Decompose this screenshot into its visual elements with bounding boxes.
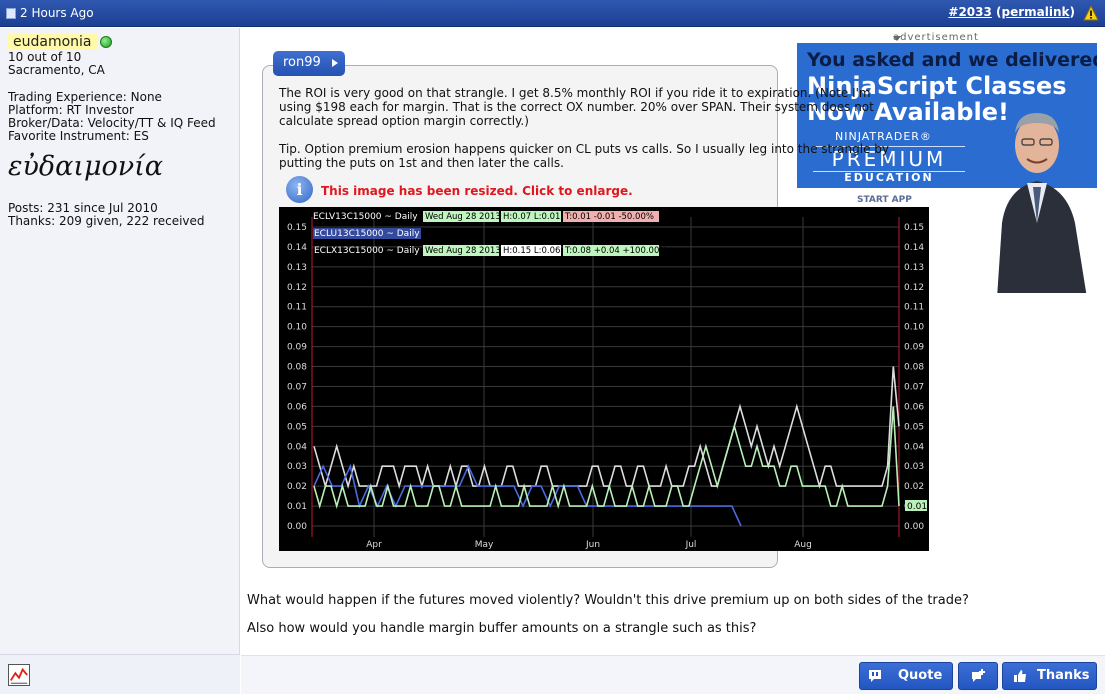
thumbs-up-icon <box>1014 670 1026 682</box>
username-link[interactable]: eudamonia <box>8 34 97 50</box>
x-tick-label: May <box>475 540 494 550</box>
y-tick-label-left: 0.08 <box>287 363 307 373</box>
quote-author-tag[interactable]: ron99 <box>273 51 345 76</box>
y-tick-label-right: 0.09 <box>904 343 924 353</box>
online-status-icon <box>100 36 112 48</box>
post-number-link[interactable]: #2033 <box>948 5 991 19</box>
y-tick-label-left: 0.15 <box>287 223 307 233</box>
post-number-area: #2033 (permalink) <box>948 5 1075 19</box>
y-tick-label-left: 0.02 <box>287 482 307 492</box>
permalink-link[interactable]: permalink <box>1002 5 1070 19</box>
y-tick-label-left: 0.13 <box>287 263 307 273</box>
legend-row-0: ECLV13C15000 ~ Daily Wed Aug 28 2013 H:0.0… <box>313 211 659 222</box>
ad-education: EDUCATION <box>844 171 934 184</box>
y-tick-label-right: 0.02 <box>904 482 924 492</box>
user-instrument: Favorite Instrument: ES <box>8 129 149 143</box>
y-tick-label-right: 0.03 <box>904 462 924 472</box>
message-line-2: Also how would you handle margin buffer … <box>247 621 757 636</box>
chart-background <box>279 207 929 551</box>
legend-label: ECLU13C15000 ~ Daily <box>314 229 420 239</box>
report-warning-icon[interactable] <box>1083 5 1099 21</box>
y-tick-label-right: 0.10 <box>904 323 924 333</box>
legend-value-2: T:0.01 -0.01 -50.00% <box>564 212 654 222</box>
y-tick-label-right: 0.08 <box>904 363 924 373</box>
quote-paragraph-1: The ROI is very good on that strangle. I… <box>279 86 874 128</box>
y-tick-label-left: 0.12 <box>287 283 307 293</box>
view-post-arrow-icon <box>332 59 338 67</box>
y-tick-label-right: 0.06 <box>904 402 924 412</box>
y-tick-label-left: 0.03 <box>287 462 307 472</box>
last-value-label: 0.01 <box>907 502 927 512</box>
quote-button-label: Quote <box>898 668 943 683</box>
legend-value-2: T:0.08 +0.04 +100.00% <box>564 246 667 256</box>
sidebar-footer <box>0 654 240 694</box>
y-tick-label-right: 0.13 <box>904 263 924 273</box>
x-tick-label: Jun <box>585 540 600 550</box>
y-tick-label-right: 0.05 <box>904 422 924 432</box>
info-icon: i <box>286 176 313 203</box>
user-signature-image: εὐδαιμονία <box>8 151 164 182</box>
legend-row-1: ECLU13C15000 ~ Daily <box>313 228 421 239</box>
legend-label: ECLV13C15000 ~ Daily <box>313 212 418 222</box>
image-resized-notice[interactable]: This image has been resized. Click to en… <box>321 184 633 198</box>
x-tick-label: Jul <box>685 540 697 550</box>
y-tick-label-left: 0.00 <box>287 522 307 532</box>
y-tick-label-right: 0.07 <box>904 382 924 392</box>
y-tick-label-left: 0.01 <box>287 502 307 512</box>
thanks-button-label: Thanks <box>1037 668 1090 683</box>
y-tick-label-left: 0.04 <box>287 442 307 452</box>
user-thanks: Thanks: 209 given, 222 received <box>8 214 205 228</box>
y-tick-label-left: 0.07 <box>287 382 307 392</box>
option-price-chart[interactable]: 0.00 0.01 0.02 0.03 0.04 0.05 0.06 0.07 0.08 0.09… <box>279 207 929 551</box>
y-tick-label-left: 0.14 <box>287 243 307 253</box>
y-tick-label-right: 0.15 <box>904 223 924 233</box>
y-tick-label-left: 0.11 <box>287 303 307 313</box>
legend-value-1: H:0.15 L:0.06 <box>503 246 560 256</box>
x-tick-label: Aug <box>794 540 812 550</box>
ad-person-image <box>997 113 1087 293</box>
y-tick-label-left: 0.09 <box>287 343 307 353</box>
y-tick-label-right: 0.04 <box>904 442 924 452</box>
trading-chart-icon[interactable] <box>8 664 30 686</box>
post-header: 2 Hours Ago #2033 (permalink) <box>0 0 1105 27</box>
legend-row-2: ECLX13C15000 ~ Daily Wed Aug 28 2013 H:0.1… <box>314 245 667 256</box>
legend-value-0: Wed Aug 28 2013 <box>425 246 501 256</box>
multi-quote-button[interactable] <box>958 662 998 690</box>
message-line-1: What would happen if the futures moved v… <box>247 593 969 608</box>
user-sidebar: eudamonia 10 out of 10 Sacramento, CA Tr… <box>0 28 240 694</box>
quote-paragraph-2: Tip. Option premium erosion happens quic… <box>279 142 890 170</box>
quote-button[interactable]: Quote <box>859 662 953 690</box>
y-tick-label-right: 0.11 <box>904 303 924 313</box>
y-tick-label-left: 0.06 <box>287 402 307 412</box>
thanks-button[interactable]: Thanks <box>1002 662 1097 690</box>
post-time: 2 Hours Ago <box>20 6 94 20</box>
legend-value-0: Wed Aug 28 2013 <box>425 212 501 222</box>
quote-author: ron99 <box>283 55 321 70</box>
document-icon <box>6 8 16 19</box>
ad-headline: You asked and we delivered <box>807 49 1097 71</box>
ad-label: advertisement <box>893 32 979 43</box>
multi-quote-icon <box>972 669 985 682</box>
legend-value-1: H:0.07 L:0.01 <box>503 212 560 222</box>
y-tick-label-right: 0.00 <box>904 522 924 532</box>
legend-label: ECLX13C15000 ~ Daily <box>314 246 420 256</box>
y-tick-label-left: 0.10 <box>287 323 307 333</box>
quote-icon <box>869 670 881 682</box>
y-tick-label-left: 0.05 <box>287 422 307 432</box>
y-tick-label-right: 0.14 <box>904 243 924 253</box>
x-tick-label: Apr <box>366 540 382 550</box>
y-tick-label-right: 0.12 <box>904 283 924 293</box>
last-value-badge: 0.01 <box>905 500 927 512</box>
user-location: Sacramento, CA <box>8 63 105 77</box>
ad-start-text: START APP <box>857 195 912 205</box>
paren-close: ) <box>1069 5 1075 19</box>
